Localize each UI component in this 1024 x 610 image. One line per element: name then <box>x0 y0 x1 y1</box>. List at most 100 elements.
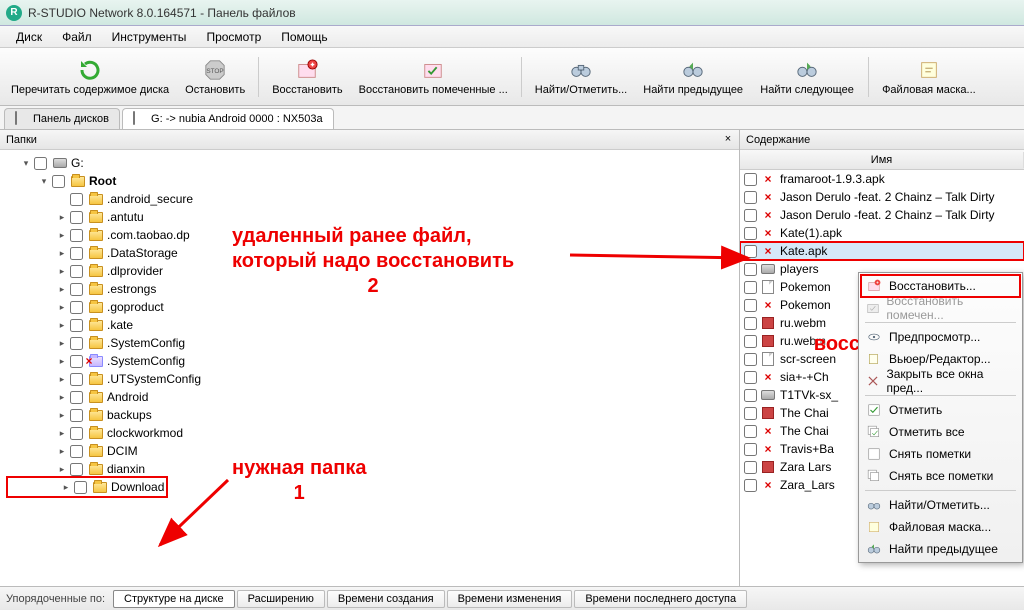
file-checkbox[interactable] <box>744 389 757 402</box>
file-checkbox[interactable] <box>744 461 757 474</box>
file-row[interactable]: ×Jason Derulo -feat. 2 Chainz – Talk Dir… <box>740 188 1024 206</box>
tree-toggle-icon[interactable]: ▸ <box>56 374 68 385</box>
ctx-closeall[interactable]: Закрыть все окна пред... <box>861 370 1020 392</box>
tree-toggle-icon[interactable]: ▸ <box>56 284 68 295</box>
tree-item[interactable]: ▸.SystemConfig <box>0 334 739 352</box>
tab-device-panel[interactable]: Панель дисков <box>4 108 120 129</box>
tree-item[interactable]: ▸DCIM <box>0 442 739 460</box>
file-checkbox[interactable] <box>744 443 757 456</box>
tree-toggle-icon[interactable]: ▸ <box>56 410 68 421</box>
tree-item[interactable]: ▸.antutu <box>0 208 739 226</box>
ctx-unmark[interactable]: Снять пометки <box>861 443 1020 465</box>
tree-item[interactable]: ▸clockworkmod <box>0 424 739 442</box>
ctx-filemask[interactable]: Файловая маска... <box>861 516 1020 538</box>
tree-item[interactable]: ▸.kate <box>0 316 739 334</box>
tree-toggle-icon[interactable]: ▸ <box>56 356 68 367</box>
tree-checkbox[interactable] <box>70 193 83 206</box>
tree-item[interactable]: ▸.estrongs <box>0 280 739 298</box>
tree-checkbox[interactable] <box>70 319 83 332</box>
file-checkbox[interactable] <box>744 209 757 222</box>
tree-checkbox[interactable] <box>70 463 83 476</box>
sort-button[interactable]: Расширению <box>237 590 325 608</box>
tree-item[interactable]: ▸Android <box>0 388 739 406</box>
file-row[interactable]: ×Jason Derulo -feat. 2 Chainz – Talk Dir… <box>740 206 1024 224</box>
tree-checkbox[interactable] <box>70 391 83 404</box>
tree-checkbox[interactable] <box>70 301 83 314</box>
menu-file[interactable]: Файл <box>52 28 102 46</box>
tree-checkbox[interactable] <box>70 355 83 368</box>
file-checkbox[interactable] <box>744 353 757 366</box>
tree-checkbox[interactable] <box>70 283 83 296</box>
tree-item[interactable]: ▾Root <box>0 172 739 190</box>
tree-item[interactable]: ▸.dlprovider <box>0 262 739 280</box>
tree-item[interactable]: ▸.com.taobao.dp <box>0 226 739 244</box>
file-checkbox[interactable] <box>744 299 757 312</box>
tree-item[interactable]: ▾G: <box>0 154 739 172</box>
file-checkbox[interactable] <box>744 173 757 186</box>
file-checkbox[interactable] <box>744 227 757 240</box>
tree-checkbox[interactable] <box>74 481 87 494</box>
file-checkbox[interactable] <box>744 245 757 258</box>
sort-button[interactable]: Времени последнего доступа <box>574 590 747 608</box>
sort-button[interactable]: Времени изменения <box>447 590 573 608</box>
tree-checkbox[interactable] <box>70 337 83 350</box>
tree-toggle-icon[interactable]: ▸ <box>56 464 68 475</box>
tree-toggle-icon[interactable]: ▸ <box>56 212 68 223</box>
tb-find-prev[interactable]: Найти предыдущее <box>636 51 750 103</box>
file-checkbox[interactable] <box>744 191 757 204</box>
tb-recover[interactable]: Восстановить <box>265 51 349 103</box>
tb-recover-selected[interactable]: Восстановить помеченные ... <box>352 51 515 103</box>
menu-help[interactable]: Помощь <box>271 28 337 46</box>
tree-toggle-icon[interactable]: ▸ <box>56 320 68 331</box>
tree-checkbox[interactable] <box>70 265 83 278</box>
tree-checkbox[interactable] <box>70 409 83 422</box>
tree-toggle-icon[interactable]: ▸ <box>60 482 72 493</box>
tree-item[interactable]: .android_secure <box>0 190 739 208</box>
tree-checkbox[interactable] <box>70 211 83 224</box>
tree-item[interactable]: ▸×.SystemConfig <box>0 352 739 370</box>
close-icon[interactable]: × <box>721 132 735 146</box>
file-checkbox[interactable] <box>744 335 757 348</box>
tab-drive-g[interactable]: G: -> nubia Android 0000 : NX503a <box>122 108 334 129</box>
file-row-kate-apk[interactable]: ×Kate.apk <box>740 242 1024 260</box>
column-header[interactable]: Имя <box>740 150 1024 170</box>
ctx-mark[interactable]: Отметить <box>861 399 1020 421</box>
tree-checkbox[interactable] <box>52 175 65 188</box>
tree-item[interactable]: ▸.DataStorage <box>0 244 739 262</box>
tree-item[interactable]: ▸.goproduct <box>0 298 739 316</box>
ctx-unmarkall[interactable]: Снять все пометки <box>861 465 1020 487</box>
tree-item-download[interactable]: ▸Download <box>0 478 739 496</box>
file-row[interactable]: ×framaroot-1.9.3.apk <box>740 170 1024 188</box>
tb-find[interactable]: Найти/Отметить... <box>528 51 634 103</box>
tree-item[interactable]: ▸backups <box>0 406 739 424</box>
ctx-preview[interactable]: Предпросмотр... <box>861 326 1020 348</box>
sort-button[interactable]: Структуре на диске <box>113 590 235 608</box>
tree-toggle-icon[interactable]: ▸ <box>56 446 68 457</box>
tree-toggle-icon[interactable]: ▾ <box>38 176 50 187</box>
folder-tree[interactable]: ▾G:▾Root.android_secure▸.antutu▸.com.tao… <box>0 150 739 586</box>
tree-toggle-icon[interactable]: ▸ <box>56 428 68 439</box>
tree-toggle-icon[interactable]: ▸ <box>56 248 68 259</box>
tb-find-next[interactable]: Найти следующее <box>752 51 862 103</box>
tree-checkbox[interactable] <box>70 427 83 440</box>
sort-button[interactable]: Времени создания <box>327 590 445 608</box>
file-checkbox[interactable] <box>744 317 757 330</box>
tree-toggle-icon[interactable]: ▸ <box>56 302 68 313</box>
file-checkbox[interactable] <box>744 281 757 294</box>
tree-toggle-icon[interactable]: ▸ <box>56 338 68 349</box>
file-checkbox[interactable] <box>744 263 757 276</box>
file-checkbox[interactable] <box>744 407 757 420</box>
tb-filemask[interactable]: Файловая маска... <box>875 51 983 103</box>
tree-toggle-icon[interactable]: ▸ <box>56 266 68 277</box>
tree-item[interactable]: ▸.UTSystemConfig <box>0 370 739 388</box>
file-row[interactable]: ×Kate(1).apk <box>740 224 1024 242</box>
tree-checkbox[interactable] <box>34 157 47 170</box>
file-checkbox[interactable] <box>744 425 757 438</box>
tree-checkbox[interactable] <box>70 247 83 260</box>
tree-toggle-icon[interactable]: ▾ <box>20 158 32 169</box>
tb-stop[interactable]: STOP Остановить <box>178 51 252 103</box>
tree-checkbox[interactable] <box>70 229 83 242</box>
tree-toggle-icon[interactable]: ▸ <box>56 230 68 241</box>
tb-reread[interactable]: Перечитать содержимое диска <box>4 51 176 103</box>
tree-toggle-icon[interactable]: ▸ <box>56 392 68 403</box>
